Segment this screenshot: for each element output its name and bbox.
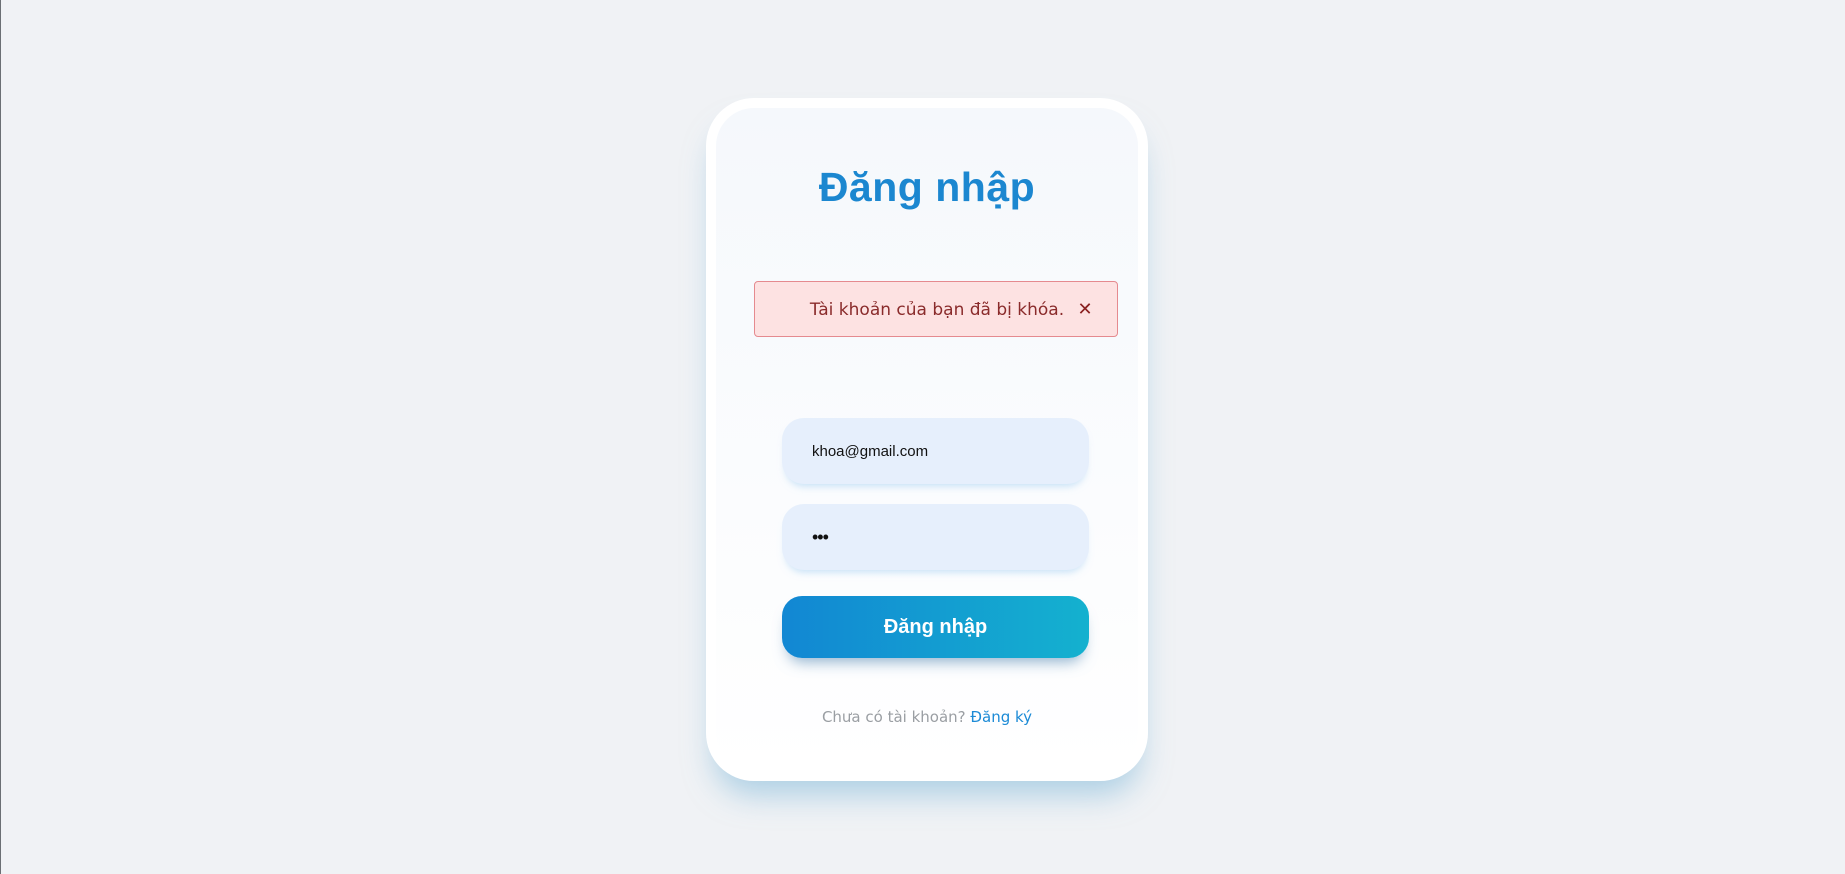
error-alert: Tài khoản của bạn đã bị khóa. ✕ (754, 281, 1118, 337)
signup-link[interactable]: Đăng ký (970, 708, 1032, 726)
signup-prompt-text: Chưa có tài khoản? (821, 708, 966, 726)
close-icon[interactable]: ✕ (1075, 297, 1095, 321)
page-title: Đăng nhập (818, 164, 1036, 210)
signup-prompt: Chưa có tài khoản? Đăng ký (706, 708, 1148, 726)
alert-message: Tài khoản của bạn đã bị khóa. (809, 300, 1065, 320)
login-card: Tài khoản của bạn đã bị khóa. ✕ Đăng nhậ… (706, 98, 1148, 781)
login-button[interactable]: Đăng nhập (782, 596, 1089, 658)
window-edge (0, 0, 1, 874)
email-field[interactable] (782, 418, 1089, 484)
password-field[interactable] (782, 504, 1089, 570)
